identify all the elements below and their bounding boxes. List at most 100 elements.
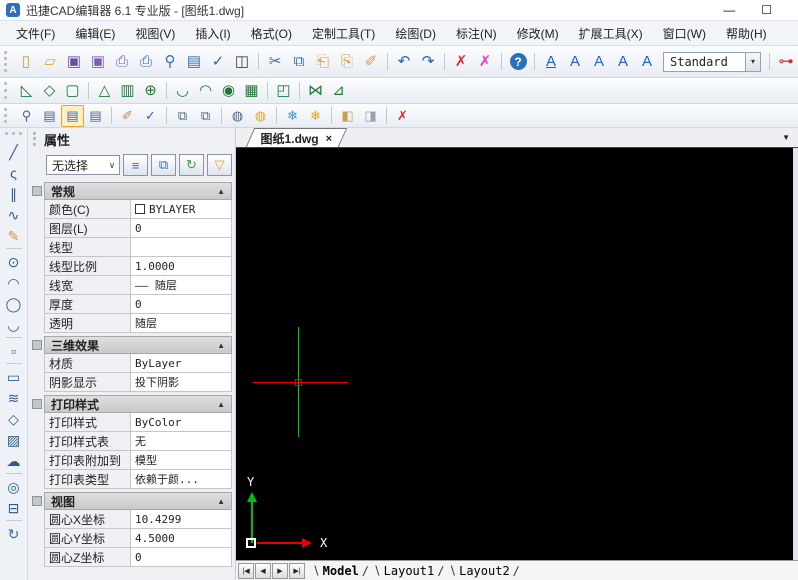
model-tab[interactable]: Model (310, 564, 371, 578)
single-line-text-button[interactable]: A (563, 49, 587, 75)
sketch-tool[interactable]: ✎ (3, 225, 25, 246)
mesh-tool[interactable]: ▦ (240, 80, 263, 102)
help-button[interactable]: ? (506, 49, 530, 75)
menu-edit[interactable]: 编辑(E) (65, 21, 125, 45)
polygon-tool[interactable]: ◇ (3, 408, 25, 429)
property-value[interactable]: ByLayer (131, 354, 231, 372)
wipeout-tool[interactable]: ⊟ (3, 497, 25, 518)
property-value[interactable]: —— 随层 (131, 276, 231, 294)
quick-select-button[interactable]: ↻ (179, 154, 204, 176)
edit-text-button[interactable]: A (611, 49, 635, 75)
select-objects-button[interactable]: ⧉ (151, 154, 176, 176)
property-value[interactable]: ByColor (131, 413, 231, 431)
property-value[interactable]: 10.4299 (131, 510, 231, 528)
paste-button[interactable]: ⎗ (311, 49, 335, 75)
first-tab-button[interactable]: |◀ (238, 563, 254, 579)
save-as-acis-button[interactable]: ▣ (86, 49, 110, 75)
layer-on-button[interactable]: ◍ (249, 105, 272, 127)
text-style-button[interactable]: A (539, 49, 563, 75)
pyramid-tool[interactable]: ◇ (38, 80, 61, 102)
filter-button[interactable]: ▽ (207, 154, 232, 176)
multiline-text-button[interactable]: A (587, 49, 611, 75)
region-tool[interactable]: ☁ (3, 450, 25, 471)
save-button[interactable]: ▣ (62, 49, 86, 75)
copy-button[interactable]: ⧉ (287, 49, 311, 75)
prev-tab-button[interactable]: ◀ (255, 563, 271, 579)
delete-button[interactable]: ✗ (449, 49, 473, 75)
pickadd-toggle-button[interactable]: ≡ (123, 154, 148, 176)
menu-dimension[interactable]: 标注(N) (446, 21, 507, 45)
cone-tool[interactable]: △ (93, 80, 116, 102)
regen-tool[interactable]: ↻ (3, 523, 25, 544)
cylinder-tool[interactable]: ▥ (116, 80, 139, 102)
layer-match-button[interactable]: ✐ (116, 105, 139, 127)
property-value[interactable]: 0 (131, 295, 231, 313)
export-button[interactable]: ⎙ (110, 49, 134, 75)
collapse-arrow-icon[interactable]: ▲ (217, 497, 225, 506)
line-tool[interactable]: ╱ (3, 141, 25, 162)
erase-button[interactable]: ✗ (473, 49, 497, 75)
dome-tool[interactable]: ◠ (194, 80, 217, 102)
collapse-arrow-icon[interactable]: ▲ (217, 187, 225, 196)
open-file-button[interactable]: ▱ (38, 49, 62, 75)
layer-properties-button[interactable]: ▤ (61, 105, 84, 127)
property-value[interactable]: 模型 (131, 451, 231, 469)
menu-custom-tools[interactable]: 定制工具(T) (302, 21, 385, 45)
layer-manager-button[interactable]: ▤ (38, 105, 61, 127)
wedge-tool[interactable]: ◺ (15, 80, 38, 102)
find-text-button[interactable]: A (635, 49, 659, 75)
property-value[interactable]: 0 (131, 548, 231, 566)
copy-to-layer-button[interactable]: ⧉ (171, 105, 194, 127)
layer-preview-button[interactable]: ⚲ (15, 105, 38, 127)
donut-tool[interactable]: ◎ (3, 476, 25, 497)
hatch-tool[interactable]: ▨ (3, 429, 25, 450)
cut-button[interactable]: ✂ (263, 49, 287, 75)
document-tab[interactable]: 图纸1.dwg × (246, 128, 348, 147)
menu-help[interactable]: 帮助(H) (716, 21, 777, 45)
minimize-button[interactable]: — (723, 4, 735, 16)
section-3d-effects-header[interactable]: 三维效果 ▲ (44, 336, 232, 354)
point-tool[interactable]: ▫ (3, 340, 25, 361)
section-general-header[interactable]: 常规 ▲ (44, 182, 232, 200)
layer-walk-button[interactable]: ▤ (84, 105, 107, 127)
property-value[interactable]: 无 (131, 432, 231, 450)
find-button[interactable]: ◫ (230, 49, 254, 75)
redo-button[interactable]: ↷ (416, 49, 440, 75)
layout1-tab[interactable]: Layout1 (371, 564, 446, 578)
dimension-partial-icon[interactable]: ⊶ (774, 49, 798, 75)
format-painter-button[interactable]: ✐ (359, 49, 383, 75)
layout2-tab[interactable]: Layout2 (446, 564, 521, 578)
print-preview-button[interactable]: ⚲ (158, 49, 182, 75)
menu-file[interactable]: 文件(F) (6, 21, 65, 45)
helix-tool[interactable]: ≋ (3, 387, 25, 408)
property-value[interactable] (131, 238, 231, 256)
property-value[interactable]: 依赖于颜... (131, 470, 231, 488)
ellipse-tool[interactable]: ◯ (3, 293, 25, 314)
layer-freeze-button[interactable]: ❄ (281, 105, 304, 127)
rectangle-tool[interactable]: ▭ (3, 366, 25, 387)
move-to-layer-button[interactable]: ⧉ (194, 105, 217, 127)
property-value[interactable]: 投下阴影 (131, 373, 231, 391)
maximize-button[interactable]: ☐ (761, 4, 772, 16)
text-style-dropdown[interactable]: Standard▾ (663, 52, 761, 72)
print-button[interactable]: ⎙ (134, 49, 158, 75)
layer-thaw-button[interactable]: ❄ (304, 105, 327, 127)
property-value[interactable]: 随层 (131, 314, 231, 332)
last-tab-button[interactable]: ▶| (289, 563, 305, 579)
torus-tool[interactable]: ◉ (217, 80, 240, 102)
layer-off-button[interactable]: ◍ (226, 105, 249, 127)
double-line-tool[interactable]: ∥ (3, 183, 25, 204)
spline-tool[interactable]: ∿ (3, 204, 25, 225)
circle-tool[interactable]: ⊙ (3, 251, 25, 272)
layer-set-current-button[interactable]: ✓ (139, 105, 162, 127)
page-setup-button[interactable]: ▤ (182, 49, 206, 75)
property-value[interactable]: 1.0000 (131, 257, 231, 275)
polyline-tool[interactable]: ς (3, 162, 25, 183)
model-canvas[interactable]: Y X (236, 148, 798, 560)
close-icon[interactable]: × (326, 132, 332, 144)
collapse-arrow-icon[interactable]: ▲ (217, 341, 225, 350)
section-plot-style-header[interactable]: 打印样式 ▲ (44, 395, 232, 413)
menu-draw[interactable]: 绘图(D) (385, 21, 446, 45)
property-value[interactable]: BYLAYER (131, 200, 231, 218)
collapse-arrow-icon[interactable]: ▲ (217, 400, 225, 409)
